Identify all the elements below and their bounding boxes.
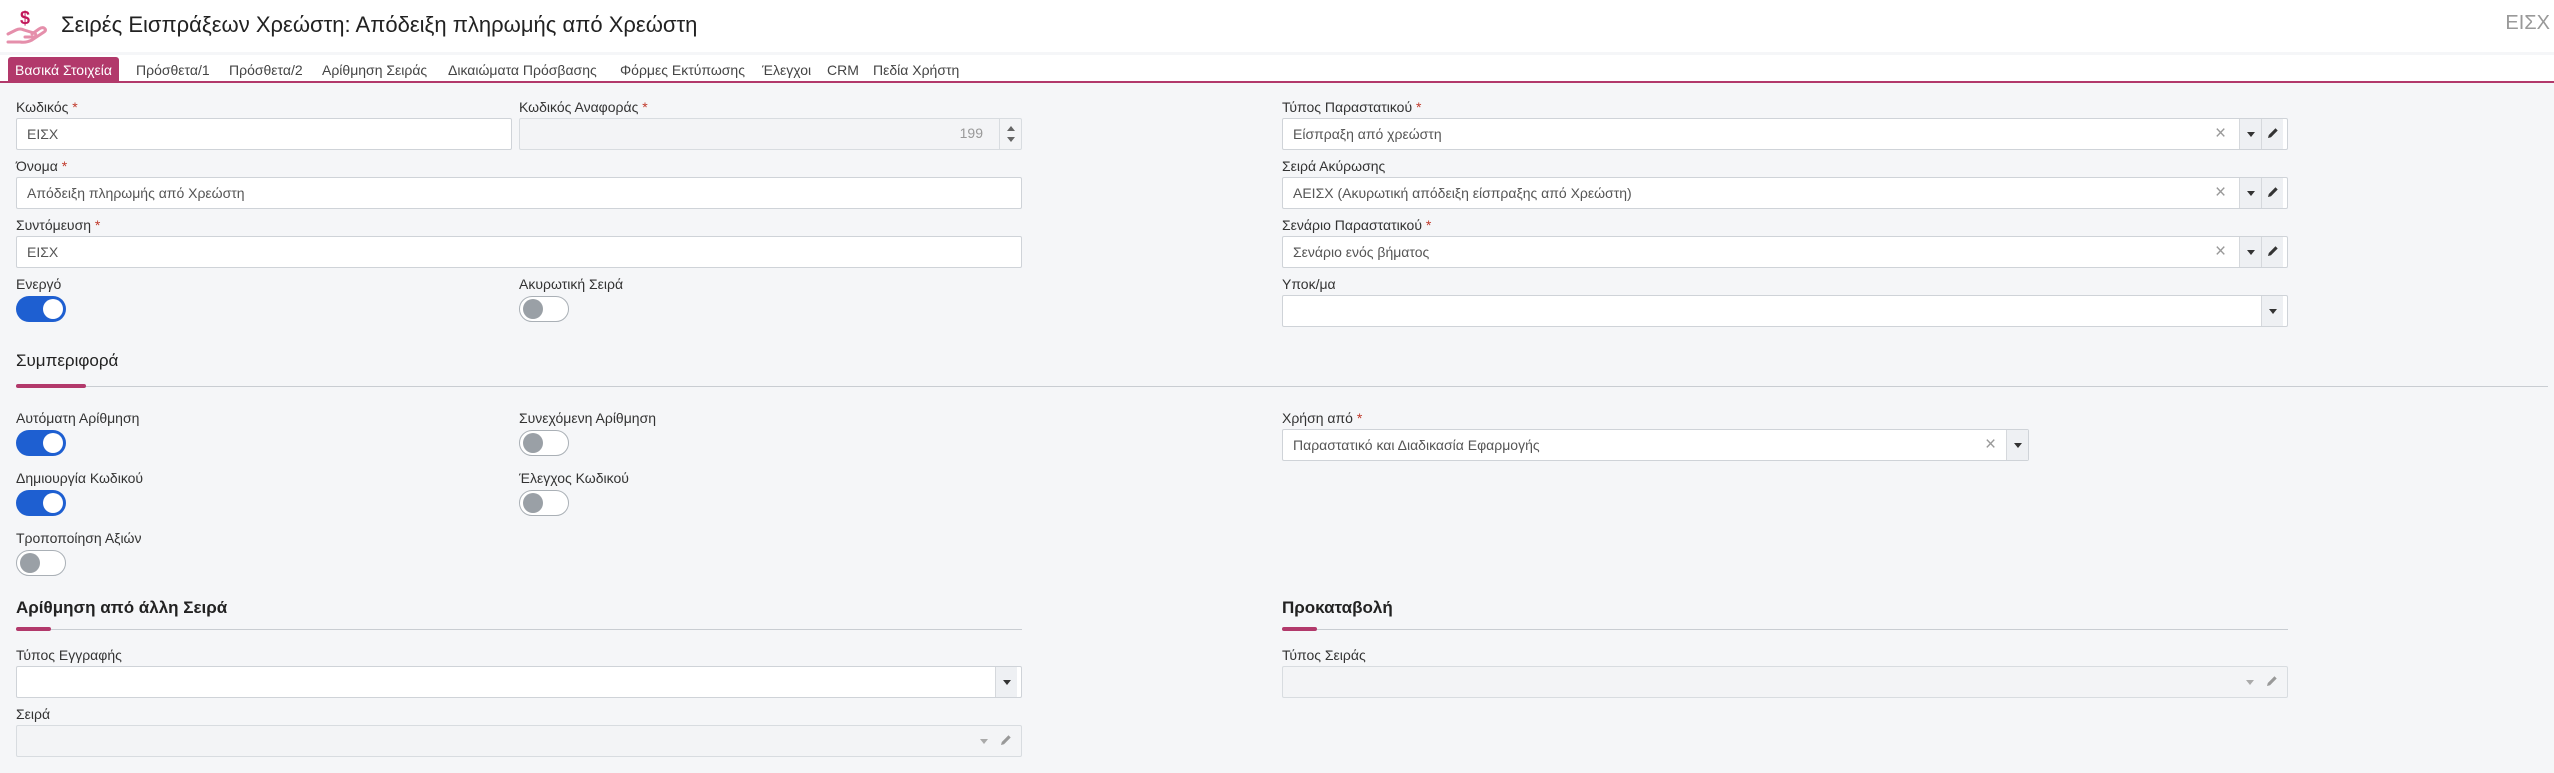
behavior-section-title: Συμπεριφορά [16, 351, 119, 370]
code-check-label: Έλεγχος Κωδικού [519, 470, 629, 486]
toggle-knob [43, 299, 63, 319]
tab-extra-2[interactable]: Πρόσθετα/2 [229, 59, 303, 81]
active-label: Ενεργό [16, 276, 62, 292]
document-type-value: Είσπραξη από χρεώστη [1293, 126, 1442, 142]
section-divider [1282, 629, 2288, 630]
branch-label: Υποκ/μα [1282, 276, 1336, 292]
tab-crm[interactable]: CRM [827, 59, 859, 81]
chevron-down-icon[interactable] [973, 726, 995, 756]
document-scenario-select[interactable]: Σενάριο ενός βήματος × [1282, 236, 2288, 268]
number-spinner[interactable] [999, 119, 1021, 149]
tab-access-rights[interactable]: Δικαιώματα Πρόσβασης [448, 59, 597, 81]
spin-down-icon[interactable] [1007, 137, 1015, 142]
clear-icon[interactable]: × [2215, 122, 2226, 146]
active-toggle[interactable] [16, 296, 66, 322]
advance-section-title: Προκαταβολή [1282, 598, 1393, 617]
tab-user-fields[interactable]: Πεδία Χρήστη [873, 59, 959, 81]
section-accent [1282, 627, 1317, 631]
section-divider [16, 629, 1022, 630]
edit-pencil-icon[interactable] [2261, 178, 2283, 208]
series-type-select[interactable] [1282, 666, 2288, 698]
toggle-knob [20, 553, 40, 573]
used-from-select[interactable]: Παραστατικό και Διαδικασία Εφαρμογής × [1282, 429, 2029, 461]
create-code-toggle[interactable] [16, 490, 66, 516]
section-accent [16, 627, 51, 631]
chevron-down-icon[interactable] [2239, 237, 2261, 267]
page-header: $ Σειρές Εισπράξεων Χρεώστη: Απόδειξη πλ… [0, 0, 2554, 52]
chevron-down-icon[interactable] [2239, 667, 2261, 697]
name-input[interactable]: Απόδειξη πληρωμής από Χρεώστη [16, 177, 1022, 209]
abbreviation-input[interactable]: ΕΙΣΧ [16, 236, 1022, 268]
toggle-knob [523, 299, 543, 319]
chevron-down-icon[interactable] [2239, 178, 2261, 208]
cancellation-series-value: ΑΕΙΣΧ (Ακυρωτική απόδειξη είσπραξης από … [1293, 185, 1632, 201]
used-from-label: Χρήση από * [1282, 410, 1363, 426]
tab-extra-1[interactable]: Πρόσθετα/1 [136, 59, 210, 81]
reference-code-input[interactable]: 199 [519, 118, 1022, 150]
create-code-label: Δημιουργία Κωδικού [16, 470, 144, 486]
clear-icon[interactable]: × [2215, 240, 2226, 264]
edit-pencil-icon[interactable] [995, 726, 1017, 756]
auto-numbering-label: Αυτόματη Αρίθμηση [16, 410, 140, 426]
toggle-knob [523, 433, 543, 453]
section-divider [16, 386, 2548, 387]
page-title: Σειρές Εισπράξεων Χρεώστη: Απόδειξη πληρ… [61, 12, 698, 37]
series-label: Σειρά [16, 706, 51, 722]
edit-pencil-icon[interactable] [2261, 667, 2283, 697]
edit-pencil-icon[interactable] [2261, 119, 2283, 149]
chevron-down-icon[interactable] [995, 667, 1017, 697]
continuous-numbering-toggle[interactable] [519, 430, 569, 456]
cancel-series-label: Ακυρωτική Σειρά [519, 276, 624, 292]
modify-values-label: Τροποποίηση Αξιών [16, 530, 142, 546]
chevron-down-icon[interactable] [2261, 296, 2283, 326]
auto-numbering-toggle[interactable] [16, 430, 66, 456]
edit-pencil-icon[interactable] [2261, 237, 2283, 267]
document-scenario-value: Σενάριο ενός βήματος [1293, 244, 1430, 260]
numbering-other-section-title: Αρίθμηση από άλλη Σειρά [16, 598, 228, 617]
tab-checks[interactable]: Έλεγχοι [762, 59, 811, 81]
reference-code-label: Κωδικός Αναφοράς * [519, 99, 648, 115]
chevron-down-icon[interactable] [2006, 430, 2028, 460]
code-label: Κωδικός * [16, 99, 78, 115]
code-input[interactable]: ΕΙΣΧ [16, 118, 512, 150]
tab-series-numbering[interactable]: Αρίθμηση Σειράς [322, 59, 427, 81]
record-type-label: Τύπος Εγγραφής [16, 647, 122, 663]
tab-bar: Βασικά Στοιχεία Πρόσθετα/1 Πρόσθετα/2 Αρ… [0, 55, 2554, 83]
abbreviation-label: Συντόμευση * [16, 217, 101, 233]
used-from-value: Παραστατικό και Διαδικασία Εφαρμογής [1293, 437, 1540, 453]
header-series-code: ΕΙΣΧ [2505, 12, 2550, 34]
tab-print-forms[interactable]: Φόρμες Εκτύπωσης [620, 59, 745, 81]
svg-text:$: $ [20, 8, 30, 28]
document-scenario-label: Σενάριο Παραστατικού * [1282, 217, 1432, 233]
code-check-toggle[interactable] [519, 490, 569, 516]
modify-values-toggle[interactable] [16, 550, 66, 576]
record-type-select[interactable] [16, 666, 1022, 698]
spin-up-icon[interactable] [1007, 126, 1015, 131]
section-accent [16, 384, 86, 388]
tab-basic-info[interactable]: Βασικά Στοιχεία [8, 57, 120, 83]
reference-code-value: 199 [959, 125, 983, 141]
cancellation-series-label: Σειρά Ακύρωσης [1282, 158, 1386, 174]
name-label: Όνομα * [16, 158, 68, 174]
money-hand-icon: $ [6, 6, 48, 46]
continuous-numbering-label: Συνεχόμενη Αρίθμηση [519, 410, 656, 426]
series-select[interactable] [16, 725, 1022, 757]
form-content: Κωδικός * ΕΙΣΧ Κωδικός Αναφοράς * 199 Τύ… [0, 85, 2554, 773]
cancel-series-toggle[interactable] [519, 296, 569, 322]
cancellation-series-select[interactable]: ΑΕΙΣΧ (Ακυρωτική απόδειξη είσπραξης από … [1282, 177, 2288, 209]
series-type-label: Τύπος Σειράς [1282, 647, 1366, 663]
chevron-down-icon[interactable] [2239, 119, 2261, 149]
clear-icon[interactable]: × [1985, 433, 1996, 457]
document-type-select[interactable]: Είσπραξη από χρεώστη × [1282, 118, 2288, 150]
clear-icon[interactable]: × [2215, 181, 2226, 205]
toggle-knob [43, 493, 63, 513]
toggle-knob [43, 433, 63, 453]
toggle-knob [523, 493, 543, 513]
document-type-label: Τύπος Παραστατικού * [1282, 99, 1422, 115]
branch-select[interactable] [1282, 295, 2288, 327]
